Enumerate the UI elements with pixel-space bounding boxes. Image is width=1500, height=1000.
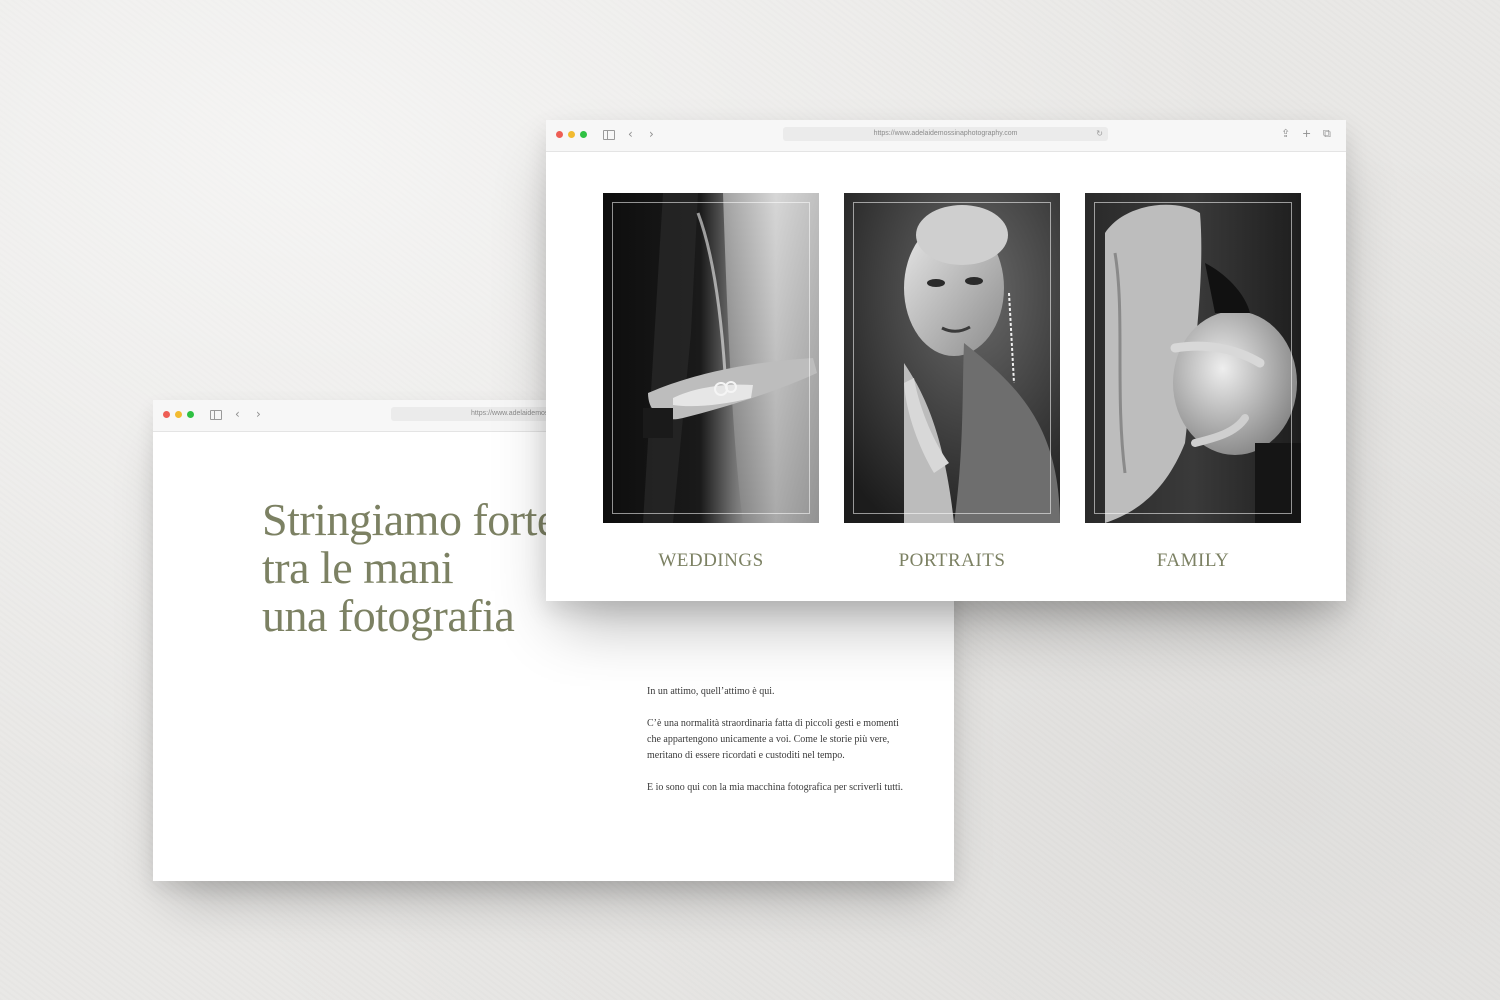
reload-icon[interactable]: ↻ <box>1096 127 1103 141</box>
minimize-window-button[interactable] <box>175 411 182 418</box>
close-window-button[interactable] <box>556 131 563 138</box>
plus-icon[interactable]: + <box>1302 128 1311 140</box>
address-url: https://www.adelaidemossinaphotography.c… <box>873 130 1018 137</box>
intro-paragraph: C’è una normalità straordinaria fatta di… <box>647 718 899 761</box>
browser-window-front: ‹ › https://www.adelaidemossinaphotograp… <box>546 120 1346 601</box>
minimize-window-button[interactable] <box>568 131 575 138</box>
sidebar-icon[interactable] <box>603 130 615 140</box>
portraits-card[interactable] <box>844 193 1060 523</box>
family-label[interactable]: FAMILY <box>1085 550 1301 572</box>
chevron-left-icon[interactable]: ‹ <box>628 127 633 141</box>
family-card[interactable] <box>1085 193 1301 523</box>
share-icon[interactable]: ⇪ <box>1281 128 1290 140</box>
woman-portrait-photo <box>844 193 1060 523</box>
portraits-label[interactable]: PORTRAITS <box>844 550 1060 572</box>
address-bar[interactable]: https://www.adelaidemossinaphotography.c… <box>783 127 1108 141</box>
wedding-rings-hands-photo <box>603 193 819 523</box>
maximize-window-button[interactable] <box>187 411 194 418</box>
intro-paragraph: In un attimo, quell’attimo è qui. <box>647 686 775 697</box>
intro-text: In un attimo, quell’attimo è qui. C’è un… <box>647 684 915 812</box>
close-window-button[interactable] <box>163 411 170 418</box>
weddings-label[interactable]: WEDDINGS <box>603 550 819 572</box>
intro-paragraph: E io sono qui con la mia macchina fotogr… <box>647 782 904 793</box>
maximize-window-button[interactable] <box>580 131 587 138</box>
sidebar-icon[interactable] <box>210 410 222 420</box>
weddings-card[interactable] <box>603 193 819 523</box>
chevron-right-icon[interactable]: › <box>649 127 654 141</box>
tabs-icon[interactable]: ⧉ <box>1323 128 1331 140</box>
chevron-right-icon[interactable]: › <box>256 407 261 421</box>
maternity-belly-photo <box>1085 193 1301 523</box>
chevron-left-icon[interactable]: ‹ <box>235 407 240 421</box>
browser-toolbar: ‹ › https://www.adelaidemossinaphotograp… <box>546 120 1346 152</box>
